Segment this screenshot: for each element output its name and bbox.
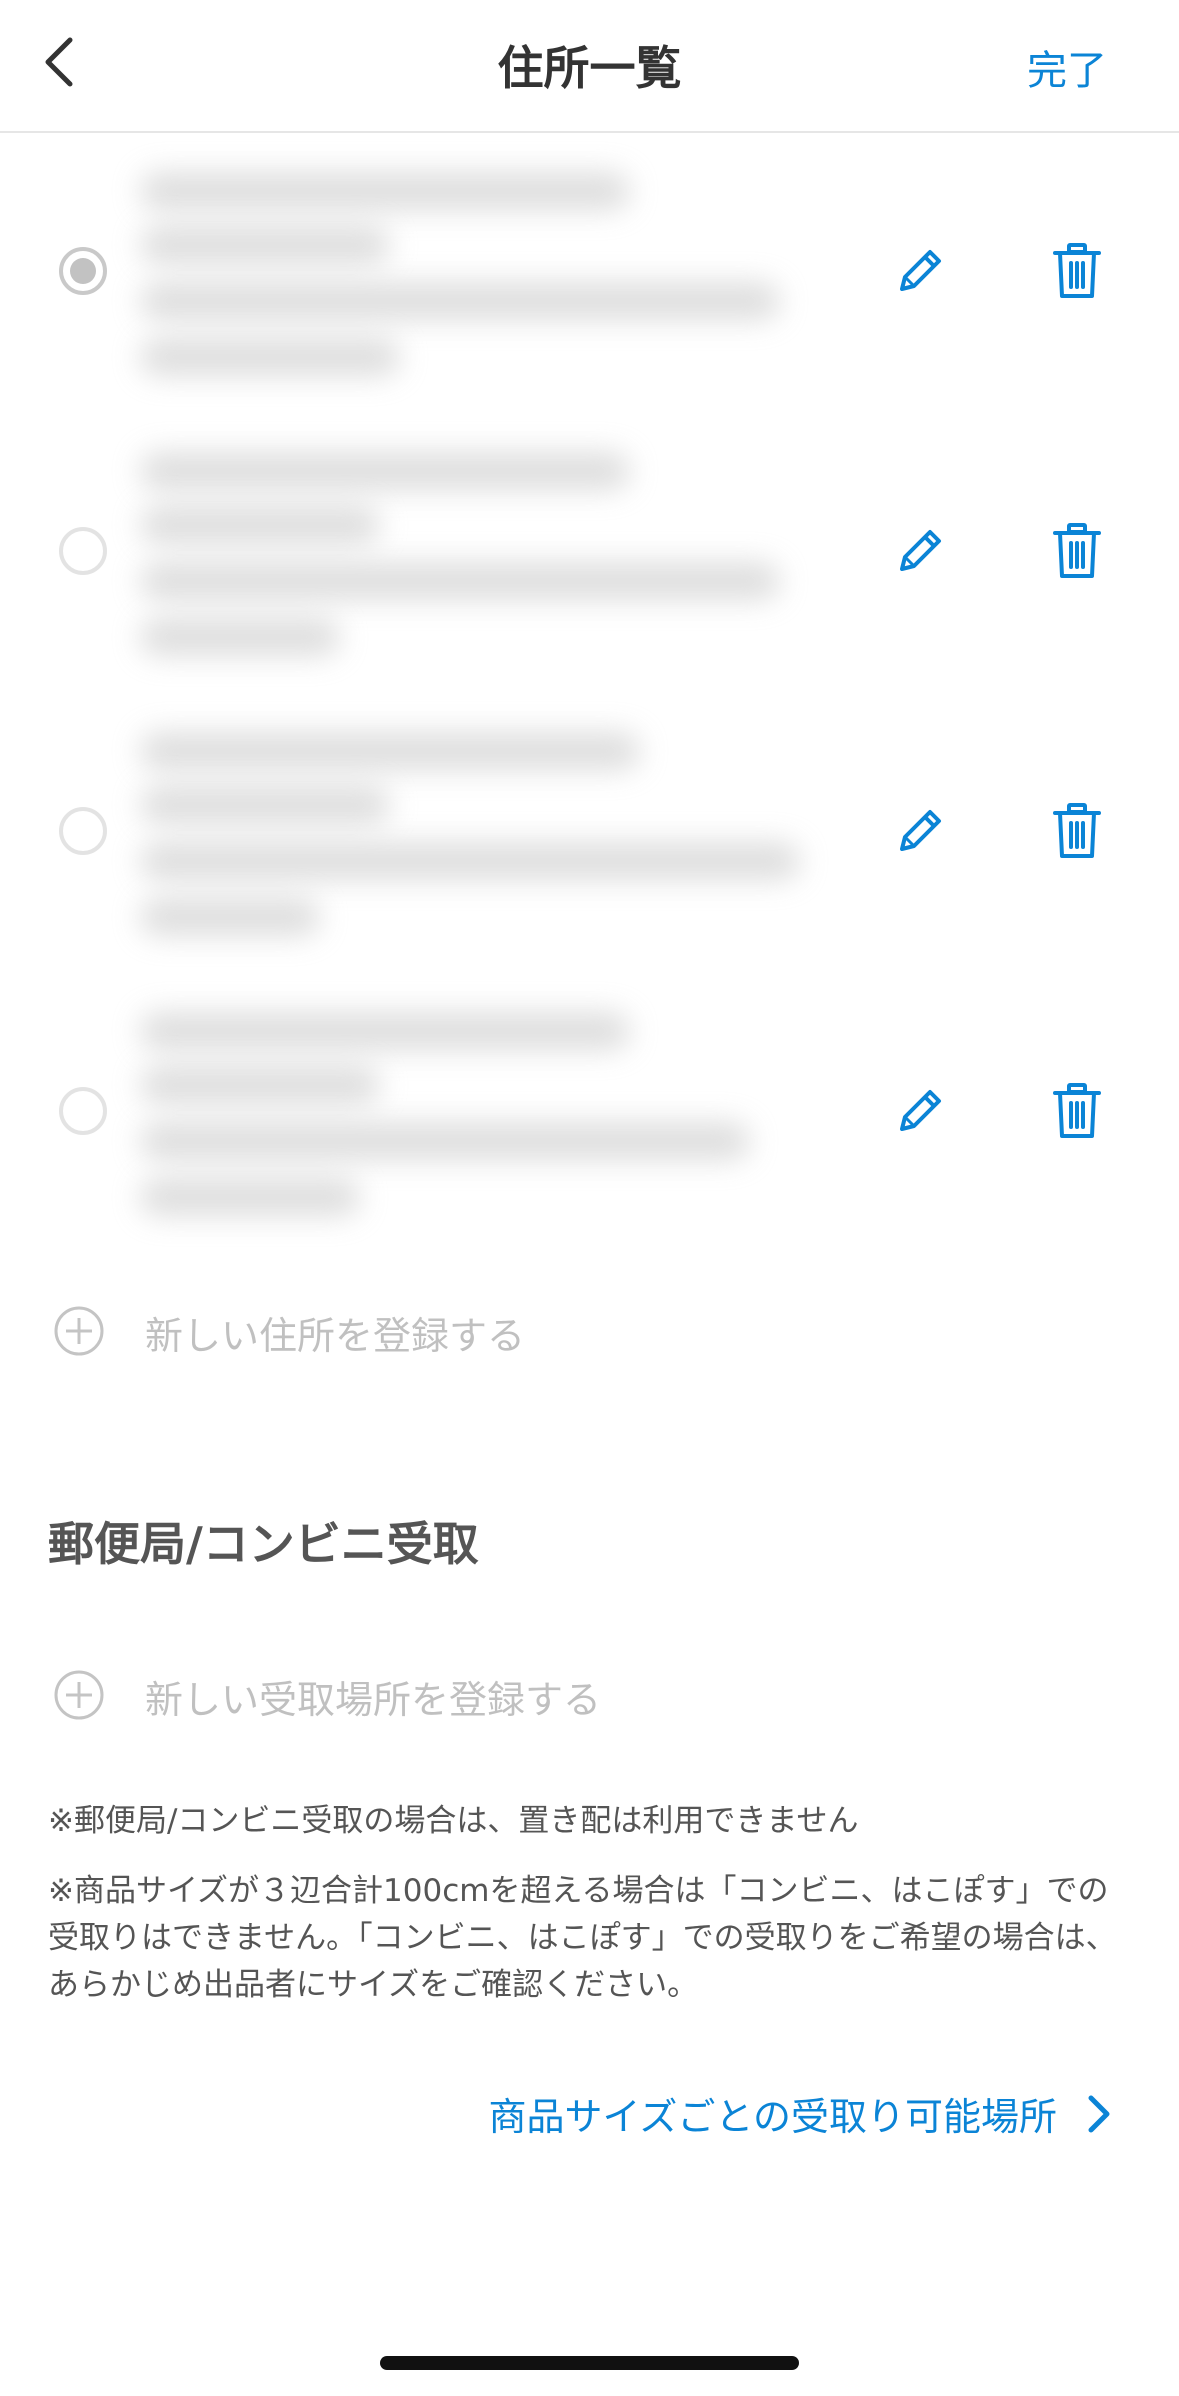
trash-icon xyxy=(1053,243,1101,298)
plus-circle-icon xyxy=(54,1670,104,1720)
pickup-section-title: 郵便局/コンビニ受取 xyxy=(48,1517,479,1571)
trash-icon xyxy=(1053,523,1101,578)
address-text-redacted xyxy=(130,434,830,666)
edit-address-button[interactable] xyxy=(885,1076,955,1146)
done-button[interactable]: 完了 xyxy=(1027,38,1107,96)
address-row xyxy=(0,710,1179,990)
address-text-redacted xyxy=(130,714,830,946)
delete-address-button[interactable] xyxy=(1042,1076,1112,1146)
pencil-icon xyxy=(900,530,941,571)
address-text-redacted xyxy=(130,154,830,386)
size-pickup-locations-link[interactable]: 商品サイズごとの受取り可能場所 xyxy=(489,2086,1119,2141)
nav-header: 住所一覧 完了 xyxy=(0,0,1179,133)
add-address-button[interactable]: 新しい住所を登録する xyxy=(0,1291,1179,1371)
edit-address-button[interactable] xyxy=(885,796,955,866)
address-radio[interactable] xyxy=(59,807,107,855)
add-address-label: 新しい住所を登録する xyxy=(145,1314,526,1358)
add-pickup-location-button[interactable]: 新しい受取場所を登録する xyxy=(0,1655,1179,1735)
trash-icon xyxy=(1053,803,1101,858)
address-text-redacted xyxy=(130,994,830,1226)
pencil-icon xyxy=(900,1090,941,1131)
chevron-right-icon xyxy=(1088,2095,1110,2132)
address-row xyxy=(0,990,1179,1270)
edit-address-button[interactable] xyxy=(885,516,955,586)
pencil-icon xyxy=(900,810,941,851)
address-radio[interactable] xyxy=(59,1087,107,1135)
delete-address-button[interactable] xyxy=(1042,516,1112,586)
pickup-note: ※郵便局/コンビニ受取の場合は、置き配は利用できません xyxy=(48,1803,859,1839)
edit-address-button[interactable] xyxy=(885,236,955,306)
address-radio[interactable] xyxy=(59,527,107,575)
add-pickup-location-label: 新しい受取場所を登録する xyxy=(145,1678,602,1722)
delete-address-button[interactable] xyxy=(1042,236,1112,306)
address-row xyxy=(0,430,1179,710)
address-radio-selected[interactable] xyxy=(59,247,107,295)
pencil-icon xyxy=(900,250,941,291)
size-limit-note: ※商品サイズが３辺合計100cmを超える場合は「コンビニ、はこぽす」での受取りは… xyxy=(48,1873,1117,2003)
home-indicator xyxy=(380,2356,799,2370)
delete-address-button[interactable] xyxy=(1042,796,1112,866)
address-row xyxy=(0,150,1179,430)
size-pickup-locations-label: 商品サイズごとの受取り可能場所 xyxy=(488,2095,1057,2139)
page-title: 住所一覧 xyxy=(497,41,682,95)
trash-icon xyxy=(1053,1083,1101,1138)
plus-circle-icon xyxy=(54,1306,104,1356)
